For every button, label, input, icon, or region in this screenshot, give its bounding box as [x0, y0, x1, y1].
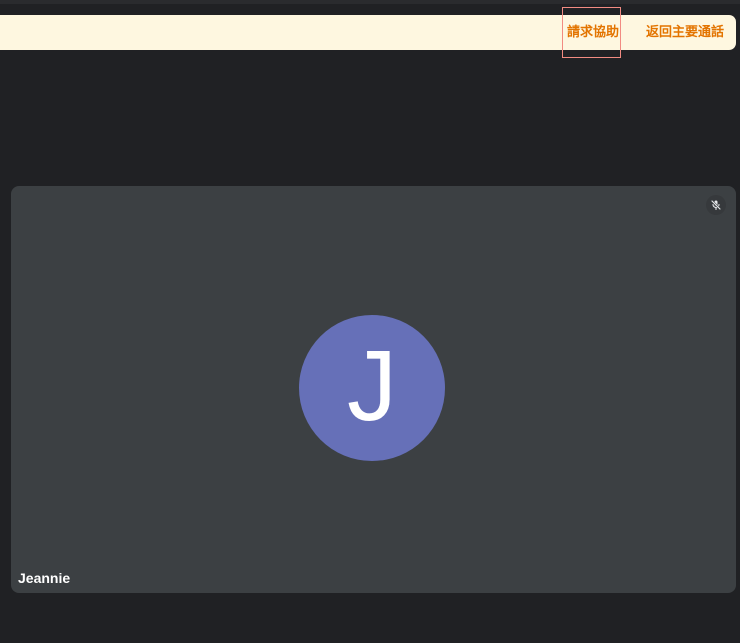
avatar-initial: J [347, 330, 397, 442]
breakout-banner: 請求協助 返回主要通話 [0, 15, 736, 50]
mic-off-icon [706, 195, 726, 215]
top-edge [0, 0, 740, 4]
request-help-button[interactable]: 請求協助 [567, 15, 619, 50]
participant-name: Jeannie [18, 570, 71, 586]
return-to-main-call-button[interactable]: 返回主要通話 [646, 15, 724, 50]
meeting-window: { "banner": { "request_help_label": "請求協… [0, 0, 740, 643]
participant-avatar: J [299, 315, 445, 461]
participant-tile[interactable]: J Jeannie [11, 186, 736, 593]
